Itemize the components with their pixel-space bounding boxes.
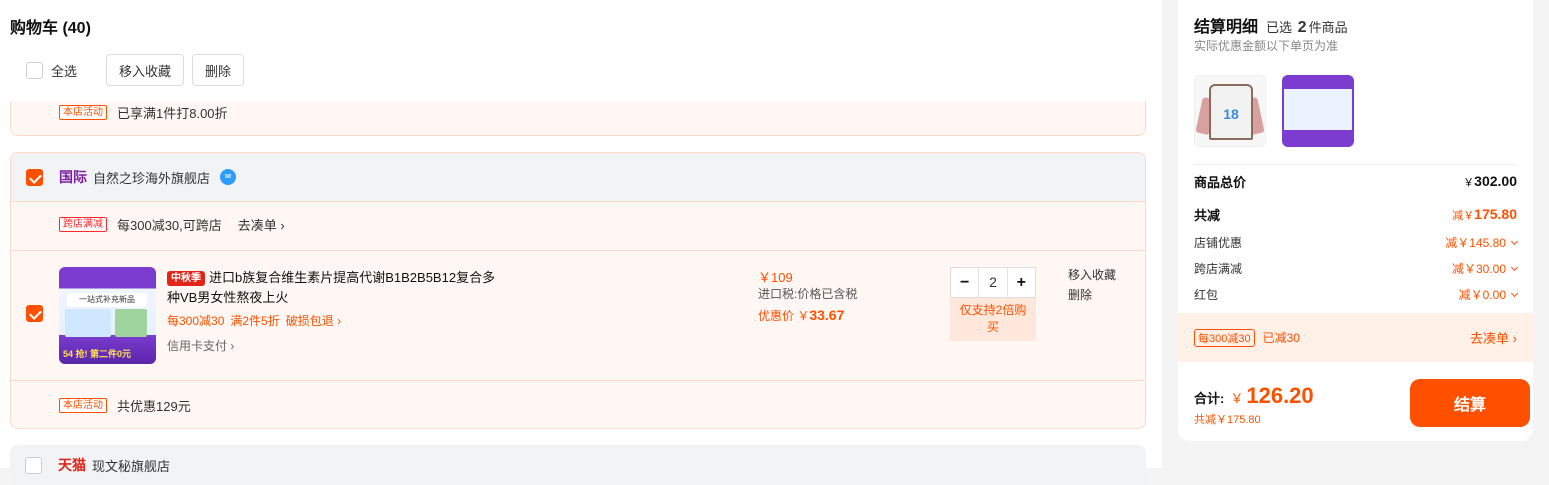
promo-applied: 已减30: [1262, 331, 1300, 345]
intl-badge: 国际: [59, 169, 87, 185]
shop-name-link[interactable]: 现文秘旗舰店: [92, 456, 170, 475]
checkbox-icon: [26, 61, 43, 79]
qty-input[interactable]: 2: [978, 268, 1008, 297]
total-discount-row[interactable]: 共减 减￥175.80: [1194, 205, 1517, 224]
selected-item-thumb[interactable]: [1282, 75, 1354, 147]
shop-checkbox[interactable]: [25, 456, 42, 474]
item-checkbox[interactable]: [26, 305, 43, 322]
settlement-panel: 结算明细 已选 2 件商品 实际优惠金额以下单页为准 18 商品总价 ￥302.0…: [1178, 0, 1533, 441]
selected-count: 已选 2 件商品: [1266, 19, 1348, 36]
cart-main: 购物车 (40) 全选 移入收藏 删除 本店活动 已享满1件打8.00折 国际 …: [0, 0, 1162, 485]
promo-tag: 每300减30: [1194, 328, 1255, 347]
promo-bar: 每300减30 已减30 去凑单 ›: [1178, 313, 1533, 362]
discount-row-redpacket[interactable]: 红包 减￥0.00: [1194, 286, 1519, 303]
jersey-image: 18: [1209, 84, 1253, 140]
qty-minus-button[interactable]: −: [951, 274, 978, 292]
summary-title: 结算明细: [1194, 19, 1259, 36]
cross-store-text: 每300减30,可跨店: [117, 218, 222, 233]
festival-tag: 中秋季: [167, 271, 205, 286]
credit-card-pay[interactable]: 信用卡支付 ›: [167, 337, 234, 354]
shop-header-next: 天猫 现文秘旗舰店: [10, 445, 1146, 485]
chevron-down-icon: [1510, 237, 1519, 246]
unit-price: ￥109: [758, 270, 793, 285]
chevron-down-icon: [1510, 263, 1519, 272]
tax-note: 进口税:价格已含税: [758, 287, 858, 301]
summary-sidebar: 结算明细 已选 2 件商品 实际优惠金额以下单页为准 18 商品总价 ￥302.0…: [1162, 0, 1549, 468]
discount-row-cross[interactable]: 跨店满减 减￥30.00: [1194, 260, 1519, 277]
go-collect-link[interactable]: 去凑单 ›: [238, 215, 285, 234]
item-move-favorite-link[interactable]: 移入收藏: [1068, 265, 1116, 285]
shop-checkbox[interactable]: [26, 168, 43, 186]
shop-block-previous: 本店活动 已享满1件打8.00折: [10, 101, 1146, 136]
select-all-label: 全选: [51, 63, 78, 79]
quantity-stepper: − 2 +: [950, 267, 1036, 298]
divider: [11, 380, 1145, 381]
product-image[interactable]: 一站式补充新品 54 抢! 第二件0元: [59, 267, 156, 364]
page-title: 购物车 (40): [10, 20, 91, 37]
qty-limit-note: 仅支持2倍购买: [950, 298, 1036, 341]
checkout-button[interactable]: 结算: [1410, 379, 1530, 427]
shop-activity: 本店活动 已享满1件打8.00折: [59, 103, 228, 122]
chevron-down-icon: [1510, 289, 1519, 298]
aliwangwang-icon[interactable]: ✉: [220, 169, 237, 185]
move-to-favorites-button[interactable]: 移入收藏: [106, 54, 185, 86]
cross-store-tag: 跨店满减: [59, 217, 107, 232]
saved-amount: 共减￥175.80: [1194, 414, 1261, 426]
activity-tag: 本店活动: [59, 105, 107, 120]
cross-store-promo: 跨店满减 每300减30,可跨店 去凑单 ›: [59, 215, 285, 234]
goods-total-row: 商品总价 ￥302.00: [1194, 173, 1517, 190]
shop-name-link[interactable]: 自然之珍海外旗舰店: [93, 168, 210, 187]
go-collect-link[interactable]: 去凑单 ›: [1470, 328, 1517, 347]
summary-note: 实际优惠金额以下单页为准: [1194, 39, 1339, 53]
qty-plus-button[interactable]: +: [1008, 274, 1035, 292]
selected-item-thumb[interactable]: 18: [1194, 75, 1266, 147]
select-all-checkbox[interactable]: 全选: [26, 61, 77, 80]
summary-header: 结算明细 已选 2 件商品: [1194, 13, 1348, 37]
shop-header: 国际 自然之珍海外旗舰店 ✉: [11, 153, 1145, 202]
activity-text: 已享满1件打8.00折: [117, 106, 228, 121]
product-promos[interactable]: 每300减30 满2件5折 破损包退 ›: [167, 312, 347, 329]
divider: [1194, 164, 1517, 165]
shop-activity: 本店活动 共优惠129元: [59, 396, 191, 415]
discount-row-store[interactable]: 店铺优惠 减￥145.80: [1194, 234, 1519, 251]
cart-toolbar: 全选 移入收藏 删除: [10, 54, 245, 86]
grand-total: 合计: ￥ 126.20: [1194, 383, 1314, 408]
cart-item: 一站式补充新品 54 抢! 第二件0元 中秋季 进口b族复合维生素片提高代谢B1B…: [11, 251, 1145, 381]
thumb-text: 一站式补充新品: [67, 293, 147, 307]
item-ops: 移入收藏 删除: [1068, 265, 1116, 305]
activity-tag: 本店活动: [59, 398, 107, 413]
item-delete-link[interactable]: 删除: [1068, 285, 1116, 305]
discount-price: 优惠价 ￥33.67: [758, 307, 845, 323]
shop-block: 国际 自然之珍海外旗舰店 ✉ 跨店满减 每300减30,可跨店 去凑单 › 一站…: [10, 152, 1146, 429]
tmall-badge: 天猫: [58, 457, 86, 473]
delete-button[interactable]: 删除: [192, 54, 245, 86]
activity-text: 共优惠129元: [117, 399, 191, 414]
product-title-link[interactable]: 中秋季 进口b族复合维生素片提高代谢B1B2B5B12复合多种VB男女性熬夜上火: [167, 268, 497, 308]
